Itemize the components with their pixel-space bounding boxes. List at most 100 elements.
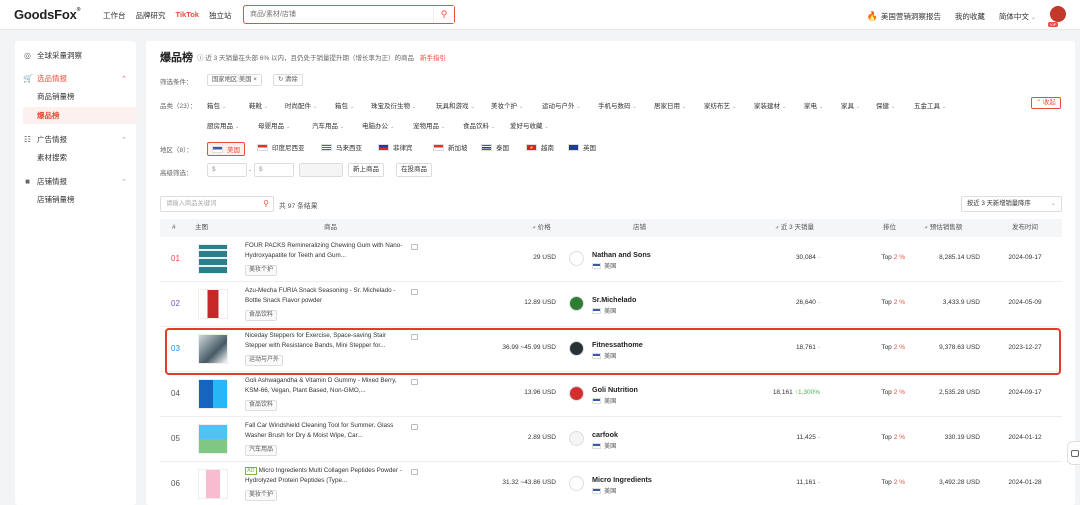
region-item[interactable]: 美国 (207, 142, 245, 156)
sales-value: 11,161 (796, 479, 816, 486)
product-image[interactable] (198, 379, 228, 409)
close-icon[interactable]: × (253, 76, 257, 83)
category-item[interactable]: 箱包 ⌄ (335, 100, 354, 110)
category-item[interactable]: 居家日用 ⌄ (654, 100, 686, 110)
product-image[interactable] (198, 424, 228, 454)
product-name[interactable]: FOUR PACKS Remineralizing Chewing Gum wi… (245, 241, 405, 261)
region-item[interactable]: 菲律宾 (378, 142, 413, 152)
category-item[interactable]: 家装建材 ⌄ (754, 100, 786, 110)
category-item[interactable]: 美妆个护 ⌄ (491, 100, 523, 110)
sidebar-item-creative-search[interactable]: 素材搜索 (23, 149, 137, 166)
shop-name[interactable]: Micro Ingredients (592, 475, 652, 484)
category-item[interactable]: 家电 ⌄ (804, 100, 823, 110)
copy-icon[interactable] (411, 379, 418, 385)
product-name[interactable]: Goli Ashwagandha & Vitamin D Gummy - Mix… (245, 376, 405, 396)
col-sales[interactable]: ◕ 近 3 天销量 (775, 219, 814, 237)
language-select[interactable]: 简体中文 ⌄ (999, 11, 1036, 22)
shop-name[interactable]: Sr.Michelado (592, 295, 636, 304)
region-item[interactable]: 印度尼西亚 (257, 142, 305, 152)
table-row[interactable]: 02 Azu-Mecha FURIA Snack Seasoning - Sr. … (160, 282, 1062, 327)
product-name[interactable]: Niceday Steppers for Exercise, Space-sav… (245, 331, 405, 351)
shop-name[interactable]: Goli Nutrition (592, 385, 638, 394)
new-product-toggle[interactable]: 新上商品 (348, 163, 384, 177)
product-image[interactable] (198, 244, 228, 274)
report-link[interactable]: 🔥 美国营销洞察报告 (867, 11, 941, 22)
product-image[interactable] (198, 469, 228, 499)
sidebar-section-ad-intel[interactable]: ☷ 广告情报 ⌃ (23, 134, 131, 145)
col-price[interactable]: ◕ 价格 (532, 219, 551, 237)
copy-icon[interactable] (411, 244, 418, 250)
category-item[interactable]: 鞋靴 ⌄ (249, 100, 268, 110)
nav-independent-site[interactable]: 独立站 (209, 10, 232, 21)
price-max-input[interactable]: $ (254, 163, 294, 177)
copy-icon[interactable] (411, 289, 418, 295)
category-item[interactable]: 保健 ⌄ (876, 100, 895, 110)
col-gmv[interactable]: ◕ 预估销售额 (924, 219, 962, 237)
category-item[interactable]: 运动与户外 ⌄ (542, 100, 581, 110)
category-item[interactable]: 箱包 ⌄ (207, 100, 226, 110)
nav-brand-research[interactable]: 品牌研究 (136, 10, 166, 21)
category-item[interactable]: 电脑办公 ⌄ (362, 120, 394, 130)
category-item[interactable]: 汽车用品 ⌄ (312, 120, 344, 130)
product-search-input[interactable]: 请输入商品关键词 ⚲ (160, 196, 274, 212)
avatar[interactable]: VIP (1048, 6, 1066, 27)
copy-icon[interactable] (411, 424, 418, 430)
category-item[interactable]: 时尚配件 ⌄ (285, 100, 317, 110)
sidebar-item-store-sales-rank[interactable]: 店铺销量榜 (23, 191, 137, 208)
table-row[interactable]: 04 Goli Ashwagandha & Vitamin D Gummy - M… (160, 372, 1062, 417)
category-item[interactable]: 厨房用品 ⌄ (207, 120, 239, 130)
table-row[interactable]: 01 FOUR PACKS Remineralizing Chewing Gum … (160, 237, 1062, 282)
product-name[interactable]: AD Micro Ingredients Multi Collagen Pepti… (245, 466, 405, 486)
shop-name[interactable]: Nathan and Sons (592, 250, 651, 259)
category-item[interactable]: 珠宝及衍生物 ⌄ (371, 100, 416, 110)
copy-icon[interactable] (411, 334, 418, 340)
table-row[interactable]: 05 Fall Car Windshield Cleaning Tool for … (160, 417, 1062, 462)
region-item[interactable]: 英国 (568, 142, 596, 152)
sidebar-item-hot-products[interactable]: 爆品榜 (23, 107, 137, 124)
category-item[interactable]: 手机与数码 ⌄ (598, 100, 637, 110)
shop-name[interactable]: Fitnessathome (592, 340, 643, 349)
region-item[interactable]: 泰国 (481, 142, 509, 152)
copy-icon[interactable] (411, 469, 418, 475)
product-image[interactable] (198, 289, 228, 319)
category-item[interactable]: 宠物用品 ⌄ (413, 120, 445, 130)
table-row[interactable]: 06 AD Micro Ingredients Multi Collagen Pep… (160, 462, 1062, 505)
chat-tab[interactable] (1067, 441, 1080, 465)
price-min-input[interactable]: $ (207, 163, 247, 177)
nav-workbench[interactable]: 工作台 (103, 10, 126, 21)
sidebar-item-overview[interactable]: ◎ 全球采量洞察 (23, 50, 131, 61)
category-item[interactable]: 母婴用品 ⌄ (258, 120, 290, 130)
sidebar-item-sales-rank[interactable]: 商品销量榜 (23, 88, 137, 105)
range-slider[interactable] (299, 163, 343, 177)
product-name[interactable]: Fall Car Windshield Cleaning Tool for Su… (245, 421, 405, 441)
guide-link[interactable]: 新手指引 (420, 55, 446, 62)
shop-name[interactable]: carfook (592, 430, 618, 439)
sidebar-section-store-intel[interactable]: ■ 店铺情报 ⌃ (23, 176, 131, 187)
category-item[interactable]: 玩具和游戏 ⌄ (436, 100, 475, 110)
category-item[interactable]: 爱好与收藏 ⌄ (510, 120, 549, 130)
region-item[interactable]: 越南 (526, 142, 554, 152)
collapse-button[interactable]: ⌃ 收起 (1031, 97, 1061, 109)
estimated-gmv: 8,285.14 USD (939, 254, 980, 261)
sidebar-section-product-intel[interactable]: 🛒 选品情报 ⌃ (23, 73, 131, 84)
product-name[interactable]: Azu-Mecha FURIA Snack Seasoning - Sr. Mi… (245, 286, 405, 306)
sort-select[interactable]: 按近 3 天新增销量降序 ⌄ (961, 196, 1062, 212)
selling-product-toggle[interactable]: 在投商品 (396, 163, 432, 177)
category-item[interactable]: 家具 ⌄ (841, 100, 860, 110)
region-item[interactable]: 新加坡 (433, 142, 468, 152)
search-icon[interactable]: ⚲ (263, 197, 269, 211)
region-item[interactable]: 马来西亚 (321, 142, 362, 152)
clear-button[interactable]: ↻ 清除 (273, 74, 303, 86)
logo[interactable]: GoodsFox® (14, 7, 80, 22)
favorites-link[interactable]: 我的收藏 (955, 11, 985, 22)
sales-value: 18,161 (772, 389, 793, 396)
table-row[interactable]: 03 Niceday Steppers for Exercise, Space-s… (160, 327, 1062, 372)
category-item[interactable]: 五金工具 ⌄ (914, 100, 946, 110)
product-image[interactable] (198, 334, 228, 364)
search-button[interactable]: ⚲ (433, 6, 454, 23)
global-search-input[interactable] (244, 6, 434, 23)
nav-tiktok[interactable]: TikTok (176, 10, 199, 21)
filter-chip-region[interactable]: 国家地区:美国 × (207, 74, 262, 86)
category-item[interactable]: 家纺布艺 ⌄ (704, 100, 736, 110)
category-item[interactable]: 食品饮料 ⌄ (463, 120, 495, 130)
